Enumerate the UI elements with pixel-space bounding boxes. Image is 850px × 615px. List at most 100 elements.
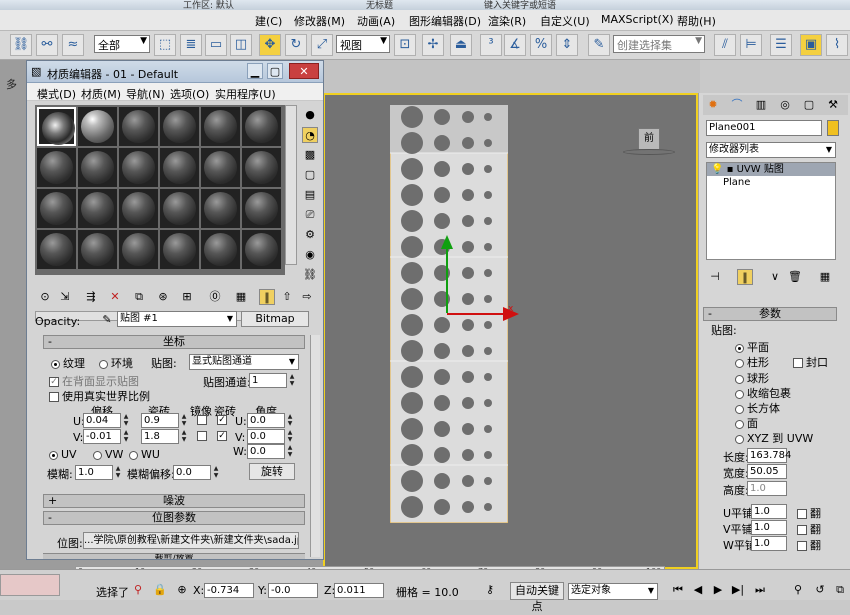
snaps-toggle-icon[interactable]: ³ — [480, 34, 502, 56]
pivot-center-icon[interactable]: ⊡ — [394, 34, 416, 56]
uv-radio[interactable]: UV — [49, 448, 77, 461]
maximize-viewport-icon[interactable]: ⧉ — [832, 582, 848, 598]
reset-map-icon[interactable]: ✕ — [107, 289, 123, 305]
bitmap-params-rollout[interactable]: - 位图参数 — [43, 511, 305, 525]
bind-spacewarp-icon[interactable]: ≈ — [62, 34, 84, 56]
layer-manager-icon[interactable]: ☰ — [770, 34, 792, 56]
configure-sets-icon[interactable]: ▦ — [817, 269, 833, 285]
unlink-icon[interactable]: ⚯ — [36, 34, 58, 56]
rect-selection-icon[interactable]: ▭ — [205, 34, 227, 56]
sample-slot-14[interactable] — [78, 189, 117, 228]
x-axis-gizmo[interactable] — [447, 313, 505, 315]
rotate-button[interactable]: 旋转 — [249, 463, 295, 480]
display-tab-icon[interactable]: ▢ — [801, 97, 817, 113]
select-by-material-icon[interactable]: ◉ — [302, 247, 318, 263]
v-offset-field[interactable]: -0.01 — [83, 429, 121, 444]
z-coord-field[interactable]: 0.011 — [334, 583, 384, 598]
w-angle-field[interactable]: 0.0 — [247, 444, 285, 459]
map-type-button[interactable]: Bitmap — [241, 311, 309, 327]
next-frame-icon[interactable]: ▶| — [730, 582, 746, 598]
sample-slot-1[interactable] — [37, 107, 76, 146]
real-world-scale-checkbox[interactable]: 使用真实世界比例 — [49, 388, 150, 404]
sample-slot-17[interactable] — [201, 189, 240, 228]
u-tile-checkbox[interactable]: ✓ — [217, 415, 227, 425]
put-to-scene-icon[interactable]: ⇲ — [57, 289, 73, 305]
remove-modifier-icon[interactable]: 🗑 — [787, 269, 803, 285]
sample-slot-21[interactable] — [119, 230, 158, 269]
map-name-field[interactable]: 贴图 #1 ▼ — [117, 311, 237, 327]
blur-offset-spinner[interactable]: ▲ ▼ — [212, 465, 220, 480]
angle-snap-icon[interactable]: ∡ — [504, 34, 526, 56]
map-channel-field[interactable]: 1 — [249, 373, 287, 388]
material-editor-window[interactable]: ▧ 材质编辑器 - 01 - Default ▁ ▢ ✕ 模式(D) 材质(M)… — [26, 60, 324, 560]
mapping-cylindrical[interactable]: 柱形 — [735, 354, 769, 370]
background-icon[interactable]: ▩ — [302, 147, 318, 163]
hierarchy-tab-icon[interactable]: ▥ — [753, 97, 769, 113]
sample-slot-4[interactable] — [160, 107, 199, 146]
select-object-icon[interactable]: ⬚ — [154, 34, 176, 56]
get-material-icon[interactable]: ⊙ — [37, 289, 53, 305]
me-menu-navigation[interactable]: 导航(N) — [126, 86, 165, 102]
u-angle-field[interactable]: 0.0 — [247, 413, 285, 428]
me-menu-options[interactable]: 选项(O) — [170, 86, 209, 102]
u-tiling-field[interactable]: 0.9 — [141, 413, 179, 428]
y-axis-gizmo[interactable] — [446, 241, 448, 313]
sample-type-icon[interactable]: ● — [302, 107, 318, 123]
pin-stack-icon[interactable]: ⊣ — [707, 269, 723, 285]
go-to-start-icon[interactable]: ⏮ — [670, 582, 686, 598]
reference-coord-dropdown[interactable]: 视图 ▼ — [336, 35, 390, 53]
params-rollout[interactable]: - 参数 — [703, 307, 837, 321]
sample-slot-20[interactable] — [78, 230, 117, 269]
mapping-box[interactable]: 长方体 — [735, 400, 780, 416]
sample-slot-11[interactable] — [201, 148, 240, 187]
mapping-planar[interactable]: 平面 — [735, 339, 769, 355]
u-tile-field[interactable]: 1.0 — [751, 504, 787, 519]
utilities-tab-icon[interactable]: ⚒ — [825, 97, 841, 113]
assign-material-icon[interactable]: ⇶ — [83, 289, 99, 305]
show-end-result-me-icon[interactable]: ∥ — [259, 289, 275, 305]
u-flip-checkbox[interactable]: 翻 — [797, 505, 821, 521]
sample-slot-22[interactable] — [160, 230, 199, 269]
sample-slot-10[interactable] — [160, 148, 199, 187]
go-to-end-icon[interactable]: ⏭ — [752, 582, 768, 598]
blur-field[interactable]: 1.0 — [75, 465, 113, 480]
mapping-shrinkwrap[interactable]: 收缩包裹 — [735, 385, 791, 401]
create-tab-icon[interactable]: ✹ — [705, 97, 721, 113]
selection-filter-dropdown[interactable]: 全部 ▼ — [94, 35, 150, 53]
viewcube-icon[interactable]: 前 — [638, 128, 660, 150]
map-channel-spinner[interactable]: ▲ ▼ — [288, 373, 296, 388]
isolate-selection-icon[interactable]: ⚲ — [130, 582, 146, 598]
mapping-xyz-to-uvw[interactable]: XYZ 到 UVW — [735, 430, 813, 446]
orbit-icon[interactable]: ↺ — [812, 582, 828, 598]
spinner-snap-icon[interactable]: ⇕ — [556, 34, 578, 56]
v-angle-spinner[interactable]: ▲ ▼ — [286, 429, 294, 444]
set-key-filter-dropdown[interactable]: 选定对象 ▼ — [568, 583, 658, 600]
stack-item-plane[interactable]: Plane — [707, 176, 835, 189]
percent-snap-icon[interactable]: % — [530, 34, 552, 56]
mapping-face[interactable]: 面 — [735, 415, 758, 431]
menu-customize[interactable]: 自定义(U) — [540, 13, 590, 29]
go-to-parent-icon[interactable]: ⇧ — [279, 289, 295, 305]
make-unique-icon[interactable]: ∨ — [767, 269, 783, 285]
motion-tab-icon[interactable]: ◎ — [777, 97, 793, 113]
u-mirror-checkbox[interactable] — [197, 415, 207, 425]
noise-rollout[interactable]: + 噪波 — [43, 494, 305, 508]
mapping-spherical[interactable]: 球形 — [735, 370, 769, 386]
sample-slot-23[interactable] — [201, 230, 240, 269]
scale-icon[interactable]: ⤢ — [311, 34, 333, 56]
sample-slot-9[interactable] — [119, 148, 158, 187]
environ-radio[interactable]: 环境 — [99, 355, 133, 371]
graphite-tools-icon[interactable]: ▣ — [800, 34, 822, 56]
sample-slot-12[interactable] — [242, 148, 281, 187]
object-color-swatch[interactable] — [827, 120, 839, 136]
select-by-name-icon[interactable]: ≣ — [180, 34, 202, 56]
w-tile-field[interactable]: 1.0 — [751, 536, 787, 551]
go-forward-sibling-icon[interactable]: ⇨ — [299, 289, 315, 305]
wu-radio[interactable]: WU — [129, 448, 160, 461]
menu-graph-editors[interactable]: 图形编辑器(D) — [409, 13, 481, 29]
menu-create[interactable]: 建(C) — [255, 13, 282, 29]
v-tiling-field[interactable]: 1.8 — [141, 429, 179, 444]
menu-animation[interactable]: 动画(A) — [357, 13, 395, 29]
minimize-icon[interactable]: ▁ — [247, 63, 263, 79]
v-tile-checkbox[interactable]: ✓ — [217, 431, 227, 441]
